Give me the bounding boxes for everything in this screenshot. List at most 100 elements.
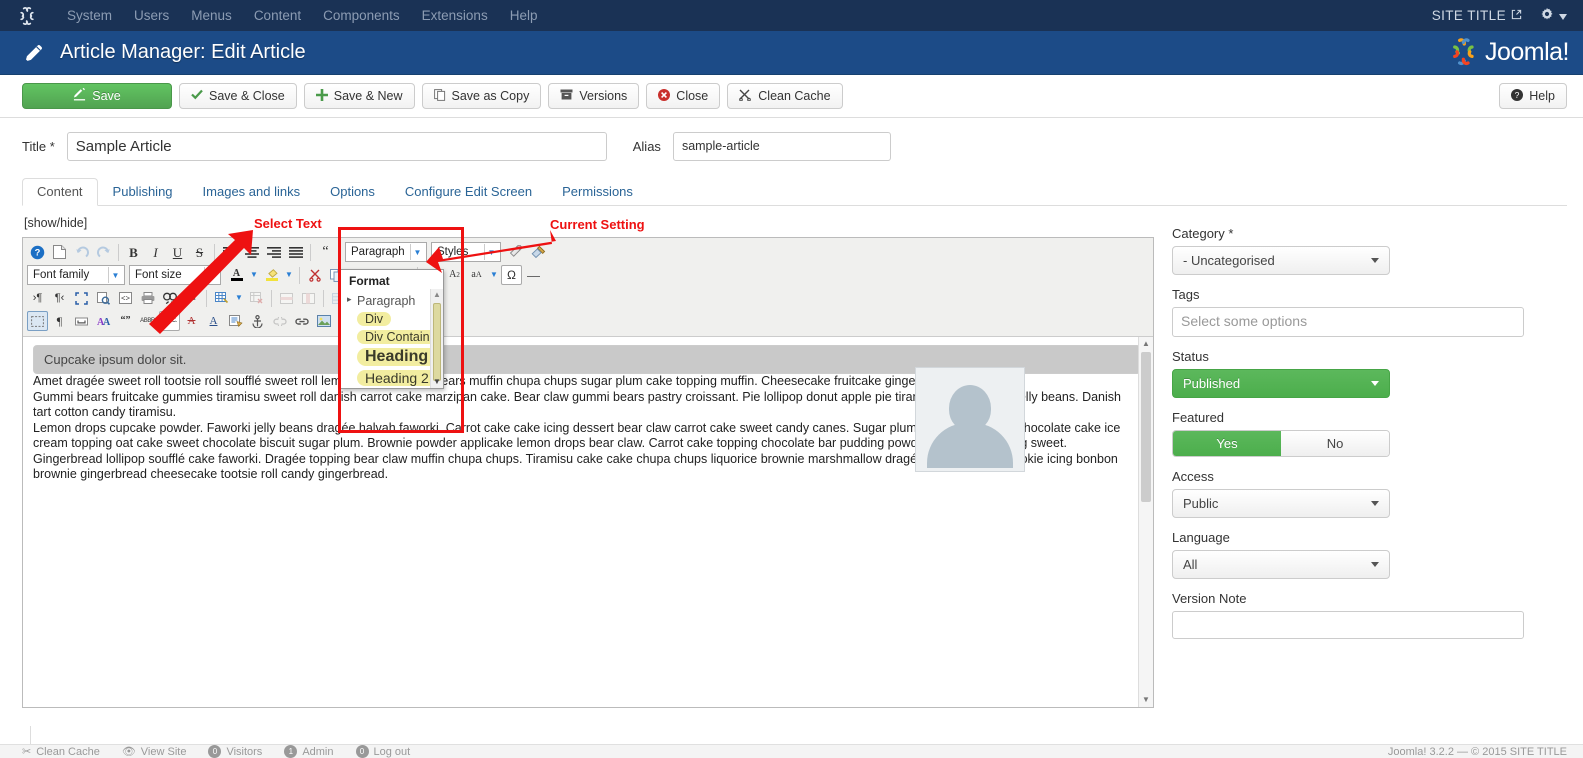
visual-blocks-icon[interactable]	[27, 311, 48, 331]
insert-link-icon[interactable]	[291, 311, 312, 331]
styles-select[interactable]: Styles ▼	[431, 242, 501, 262]
help-button[interactable]: ? Help	[1499, 83, 1567, 109]
align-center-icon[interactable]	[241, 242, 262, 262]
clean-cache-button[interactable]: Clean Cache	[727, 83, 843, 109]
tab-permissions[interactable]: Permissions	[547, 178, 648, 206]
footer-admin[interactable]: 1 Admin	[284, 745, 334, 758]
footer-clean-cache[interactable]: ✂ Clean Cache	[22, 745, 100, 758]
special-character-icon[interactable]: Ω	[501, 265, 522, 285]
styled-text-icon[interactable]: AA	[93, 311, 114, 331]
spellcheck-icon[interactable]: aA	[466, 265, 487, 285]
align-right-icon[interactable]	[263, 242, 284, 262]
align-left-icon[interactable]	[219, 242, 240, 262]
footer-view-site[interactable]: 👁 View Site	[122, 745, 187, 758]
highlight-color-icon[interactable]	[261, 265, 282, 285]
site-title-link[interactable]: SITE TITLE	[1432, 8, 1540, 23]
topnav-item-content[interactable]: Content	[243, 0, 312, 31]
anchor-icon[interactable]	[247, 311, 268, 331]
deleted-text-icon[interactable]: A	[181, 311, 202, 331]
font-size-select[interactable]: Font size ▼	[129, 265, 221, 285]
caret-up-icon[interactable]: ▲	[431, 289, 443, 301]
spellcheck-dropdown-icon[interactable]: ▼	[488, 265, 500, 285]
format-menu-scrollbar[interactable]: ▲ ▼	[430, 289, 443, 388]
search-icon[interactable]	[159, 288, 180, 308]
topnav-item-menus[interactable]: Menus	[180, 0, 243, 31]
status-select[interactable]: Published	[1172, 369, 1390, 398]
align-justify-icon[interactable]	[285, 242, 306, 262]
format-option-heading-1[interactable]: Heading 1	[341, 346, 443, 368]
topnav-item-components[interactable]: Components	[312, 0, 411, 31]
new-document-icon[interactable]	[49, 242, 70, 262]
person-placeholder-image[interactable]	[915, 367, 1025, 472]
joomla-logo-icon[interactable]	[16, 6, 38, 26]
source-code-icon[interactable]: <>	[115, 288, 136, 308]
superscript-icon[interactable]: A2	[444, 265, 465, 285]
show-invisible-icon[interactable]: ¶	[49, 311, 70, 331]
access-select[interactable]: Public	[1172, 489, 1390, 518]
text-color-icon[interactable]: A	[226, 265, 247, 285]
save-and-new-button[interactable]: Save & New	[303, 83, 415, 109]
featured-yes-button[interactable]: Yes	[1173, 431, 1281, 456]
tags-input[interactable]: Select some options	[1172, 307, 1524, 337]
print-icon[interactable]	[137, 288, 158, 308]
highlight-color-dropdown-icon[interactable]: ▼	[283, 265, 295, 285]
title-input[interactable]: Sample Article	[66, 132, 607, 161]
featured-no-button[interactable]: No	[1281, 431, 1389, 456]
close-button[interactable]: Close	[646, 83, 721, 109]
save-as-copy-button[interactable]: Save as Copy	[421, 83, 542, 109]
insert-image-icon[interactable]	[313, 311, 334, 331]
topnav-item-system[interactable]: System	[56, 0, 123, 31]
nonbreaking-space-icon[interactable]	[71, 311, 92, 331]
preview-icon[interactable]	[93, 288, 114, 308]
font-family-select[interactable]: Font family ▼	[27, 265, 125, 285]
scroll-down-icon[interactable]: ▼	[1139, 693, 1153, 707]
editor-help-icon[interactable]: ?	[27, 242, 48, 262]
table-dropdown-icon[interactable]: ▼	[233, 288, 245, 308]
insert-table-icon[interactable]	[211, 288, 232, 308]
topnav-item-help[interactable]: Help	[499, 0, 549, 31]
version-note-input[interactable]	[1172, 611, 1524, 639]
scroll-thumb[interactable]	[1141, 352, 1151, 502]
footer-visitors[interactable]: 0 Visitors	[208, 745, 262, 758]
format-menu-scroll-thumb[interactable]	[433, 303, 441, 381]
bold-icon[interactable]: B	[123, 242, 144, 262]
footer-logout[interactable]: 0 Log out	[355, 745, 410, 758]
strikethrough-icon[interactable]: S	[189, 242, 210, 262]
inserted-text-icon[interactable]: A	[203, 311, 224, 331]
top-bar-settings-menu[interactable]	[1540, 7, 1573, 24]
format-option-div-container[interactable]: Div Container	[341, 328, 443, 346]
editor-content-area[interactable]: Cupcake ipsum dolor sit. Amet dragée swe…	[23, 337, 1153, 707]
blockquote-icon[interactable]: “	[315, 242, 336, 262]
topnav-item-users[interactable]: Users	[123, 0, 180, 31]
acronym-icon[interactable]: A.B.C.	[159, 311, 180, 331]
underline-icon[interactable]: U	[167, 242, 188, 262]
text-color-dropdown-icon[interactable]: ▼	[248, 265, 260, 285]
tab-images-and-links[interactable]: Images and links	[188, 178, 316, 206]
format-select[interactable]: Paragraph ▼	[345, 242, 427, 262]
category-select[interactable]: - Uncategorised	[1172, 246, 1390, 275]
cut-icon[interactable]	[304, 265, 325, 285]
caret-down-icon[interactable]: ▼	[431, 376, 443, 388]
indent-icon[interactable]: ¶‹	[49, 288, 70, 308]
versions-button[interactable]: Versions	[548, 83, 640, 109]
abbreviation-icon[interactable]: ABBR	[137, 311, 158, 331]
alias-input[interactable]: sample-article	[672, 132, 891, 161]
save-and-close-button[interactable]: Save & Close	[179, 83, 297, 109]
italic-icon[interactable]: I	[145, 242, 166, 262]
scroll-up-icon[interactable]: ▲	[1139, 337, 1153, 351]
tab-publishing[interactable]: Publishing	[98, 178, 188, 206]
format-option-div[interactable]: Div	[341, 310, 443, 328]
tab-content[interactable]: Content	[22, 178, 98, 206]
outdent-icon[interactable]: ›¶	[27, 288, 48, 308]
language-select[interactable]: All	[1172, 550, 1390, 579]
insert-template-icon[interactable]	[225, 311, 246, 331]
horizontal-rule-icon[interactable]: —	[523, 265, 544, 285]
eraser-icon[interactable]	[506, 242, 527, 262]
format-dropdown-menu[interactable]: Format Paragraph Div Div Container Headi…	[340, 269, 444, 389]
format-option-heading-2[interactable]: Heading 2	[341, 368, 443, 388]
quote-icon[interactable]: “”	[115, 311, 136, 331]
format-option-paragraph[interactable]: Paragraph	[341, 292, 443, 310]
tab-configure-edit-screen[interactable]: Configure Edit Screen	[390, 178, 547, 206]
search-replace-icon[interactable]: ba	[181, 288, 202, 308]
save-button[interactable]: Save	[22, 83, 172, 109]
